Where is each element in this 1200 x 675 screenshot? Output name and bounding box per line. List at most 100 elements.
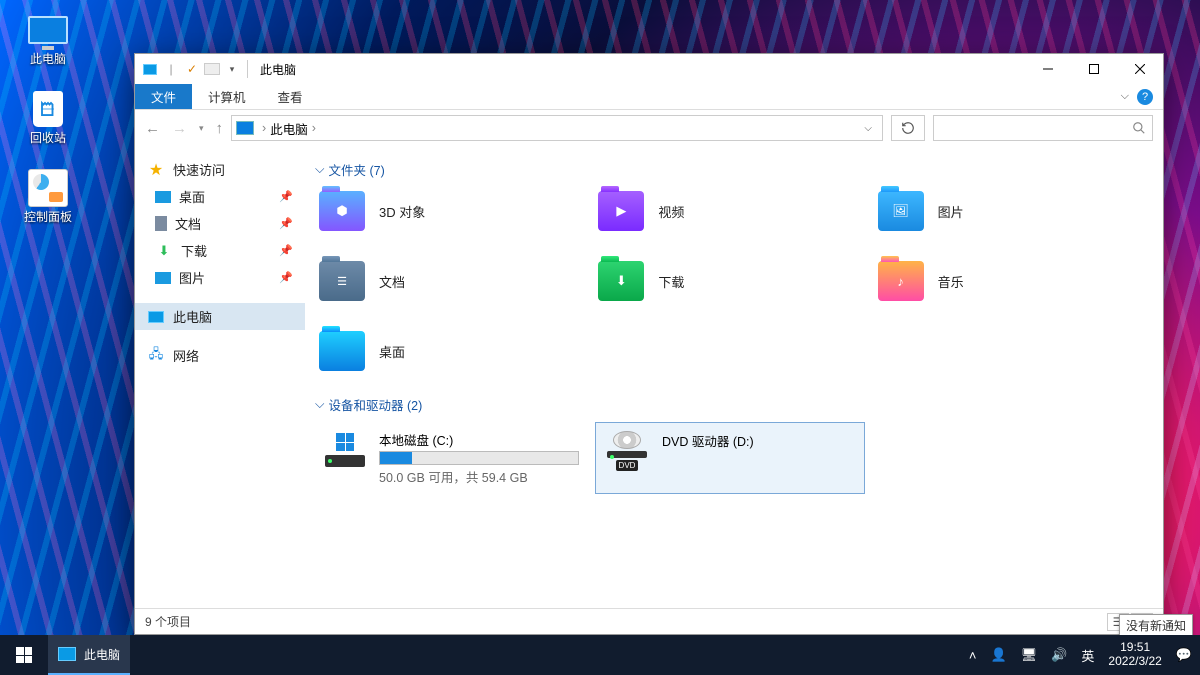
breadcrumb-item[interactable]: 此电脑 xyxy=(270,119,308,138)
recent-dropdown-icon[interactable]: ▾ xyxy=(199,123,204,134)
drive-label: 本地磁盘 (C:) xyxy=(379,430,579,449)
close-button[interactable] xyxy=(1117,54,1163,84)
tray-ime-indicator[interactable]: 英 xyxy=(1081,646,1094,665)
folder-icon: ⬢ xyxy=(319,191,365,231)
sidebar-item-label: 网络 xyxy=(173,346,199,365)
ribbon-expand-icon[interactable]: ⌵ xyxy=(1121,90,1129,103)
folder-label: 音乐 xyxy=(938,272,964,291)
back-button[interactable]: ← xyxy=(145,120,160,137)
chevron-right-icon[interactable]: › xyxy=(258,121,270,135)
file-explorer-window: | ✓ ▾ 此电脑 文件 计算机 查看 ⌵ ? xyxy=(134,53,1164,635)
desktop-icon-label: 控制面板 xyxy=(24,208,72,225)
drive-d-dvd[interactable]: DVD DVD 驱动器 (D:) xyxy=(595,422,865,494)
chevron-right-icon[interactable]: › xyxy=(308,121,320,135)
download-icon: ⬇ xyxy=(155,243,173,259)
tab-view[interactable]: 查看 xyxy=(262,84,319,109)
control-panel-icon xyxy=(28,169,68,207)
drive-label: DVD 驱动器 (D:) xyxy=(662,431,754,450)
group-header-devices[interactable]: ⌵ 设备和驱动器 (2) xyxy=(315,391,1153,422)
network-icon: 🖧 xyxy=(147,348,165,364)
folder-videos[interactable]: ▶ 视频 xyxy=(594,187,873,235)
folder-downloads[interactable]: ⬇ 下载 xyxy=(594,257,873,305)
taskbar: 此电脑 ˄ 👤 🖥 🔊 英 19:51 2022/3/22 💬 xyxy=(0,635,1200,675)
folder-label: 桌面 xyxy=(379,342,405,361)
new-folder-icon[interactable] xyxy=(204,63,220,75)
maximize-button[interactable] xyxy=(1071,54,1117,84)
document-icon xyxy=(155,216,167,231)
status-bar: 9 个项目 ☰ ▦ xyxy=(135,608,1163,634)
drive-icon xyxy=(325,430,365,470)
status-item-count: 9 个项目 xyxy=(145,613,191,630)
sidebar-item-label: 下载 xyxy=(181,241,207,260)
chevron-down-icon[interactable]: ⌵ xyxy=(864,123,872,134)
monitor-icon xyxy=(147,309,165,325)
forward-button[interactable]: → xyxy=(172,120,187,137)
help-icon[interactable]: ? xyxy=(1137,89,1153,105)
sidebar-item-label: 快速访问 xyxy=(173,160,225,179)
refresh-button[interactable] xyxy=(891,115,925,141)
dvd-icon: DVD xyxy=(606,431,648,471)
folder-icon: ♪ xyxy=(878,261,924,301)
star-icon: ★ xyxy=(147,162,165,178)
start-button[interactable] xyxy=(0,635,48,675)
window-title: 此电脑 xyxy=(252,61,296,78)
tray-chevron-up-icon[interactable]: ˄ xyxy=(969,648,977,663)
sidebar-item-label: 文档 xyxy=(175,214,201,233)
windows-logo-icon xyxy=(16,647,32,663)
desktop-icon-this-pc[interactable]: 此电脑 xyxy=(10,10,86,67)
sidebar-item-label: 桌面 xyxy=(179,187,205,206)
sidebar-item-network[interactable]: 🖧 网络 xyxy=(135,342,305,369)
tray-clock[interactable]: 19:51 2022/3/22 xyxy=(1108,641,1161,669)
taskbar-item-label: 此电脑 xyxy=(84,646,120,663)
search-icon xyxy=(1132,121,1146,135)
sidebar-item-this-pc[interactable]: 此电脑 xyxy=(135,303,305,330)
desktop-icon-recycle-bin[interactable]: 回收站 xyxy=(10,89,86,146)
chevron-down-icon: ⌵ xyxy=(315,162,324,177)
desktop-icon-label: 此电脑 xyxy=(30,50,66,67)
content-pane: ⌵ 文件夹 (7) ⬢ 3D 对象 ▶ 视频 🖼 图片 ☰ 文档 xyxy=(305,146,1163,608)
address-bar: ← → ▾ ↑ › 此电脑 › ⌵ xyxy=(135,110,1163,146)
tray-notification-icon[interactable]: 💬 xyxy=(1176,647,1192,663)
sidebar-item-documents[interactable]: 文档 📌 xyxy=(135,210,305,237)
sidebar-item-pictures[interactable]: 图片 📌 xyxy=(135,264,305,291)
group-header-label: 文件夹 (7) xyxy=(328,160,384,179)
breadcrumb-bar[interactable]: › 此电脑 › ⌵ xyxy=(231,115,883,141)
pin-icon: 📌 xyxy=(279,244,293,257)
tab-computer[interactable]: 计算机 xyxy=(192,84,262,109)
folder-icon: ▶ xyxy=(598,191,644,231)
folder-label: 视频 xyxy=(658,202,684,221)
sidebar-item-label: 图片 xyxy=(179,268,205,287)
search-input[interactable] xyxy=(933,115,1153,141)
folder-label: 3D 对象 xyxy=(379,202,425,221)
folder-label: 文档 xyxy=(379,272,405,291)
folder-label: 图片 xyxy=(938,202,964,221)
folders-grid: ⬢ 3D 对象 ▶ 视频 🖼 图片 ☰ 文档 ⬇ 下载 xyxy=(315,187,1153,375)
sidebar-item-desktop[interactable]: 桌面 📌 xyxy=(135,183,305,210)
minimize-button[interactable] xyxy=(1025,54,1071,84)
desktop-icon-control-panel[interactable]: 控制面板 xyxy=(10,168,86,225)
tray-network-icon[interactable]: 🖥 xyxy=(1021,647,1038,663)
tray-people-icon[interactable]: 👤 xyxy=(991,647,1007,663)
folder-desktop[interactable]: 桌面 xyxy=(315,327,594,375)
title-bar[interactable]: | ✓ ▾ 此电脑 xyxy=(135,54,1163,84)
navigation-pane: ★ 快速访问 桌面 📌 文档 📌 ⬇ 下载 📌 图片 📌 xyxy=(135,146,305,608)
folder-documents[interactable]: ☰ 文档 xyxy=(315,257,594,305)
pin-icon: 📌 xyxy=(279,271,293,284)
drive-c[interactable]: 本地磁盘 (C:) 50.0 GB 可用，共 59.4 GB xyxy=(315,422,585,494)
folder-3d-objects[interactable]: ⬢ 3D 对象 xyxy=(315,187,594,235)
sidebar-item-downloads[interactable]: ⬇ 下载 📌 xyxy=(135,237,305,264)
tab-file[interactable]: 文件 xyxy=(135,84,192,109)
folder-icon xyxy=(319,331,365,371)
qat-dropdown-icon[interactable]: ▾ xyxy=(223,60,241,78)
up-button[interactable]: ↑ xyxy=(216,120,224,137)
folder-pictures[interactable]: 🖼 图片 xyxy=(874,187,1153,235)
group-header-folders[interactable]: ⌵ 文件夹 (7) xyxy=(315,156,1153,187)
properties-icon[interactable]: ✓ xyxy=(183,60,201,78)
folder-icon: ⬇ xyxy=(598,261,644,301)
folder-music[interactable]: ♪ 音乐 xyxy=(874,257,1153,305)
taskbar-item-explorer[interactable]: 此电脑 xyxy=(48,635,130,675)
capacity-text: 50.0 GB 可用，共 59.4 GB xyxy=(379,467,579,486)
clock-time: 19:51 xyxy=(1108,641,1161,655)
tray-volume-icon[interactable]: 🔊 xyxy=(1051,647,1067,663)
sidebar-item-quick-access[interactable]: ★ 快速访问 xyxy=(135,156,305,183)
